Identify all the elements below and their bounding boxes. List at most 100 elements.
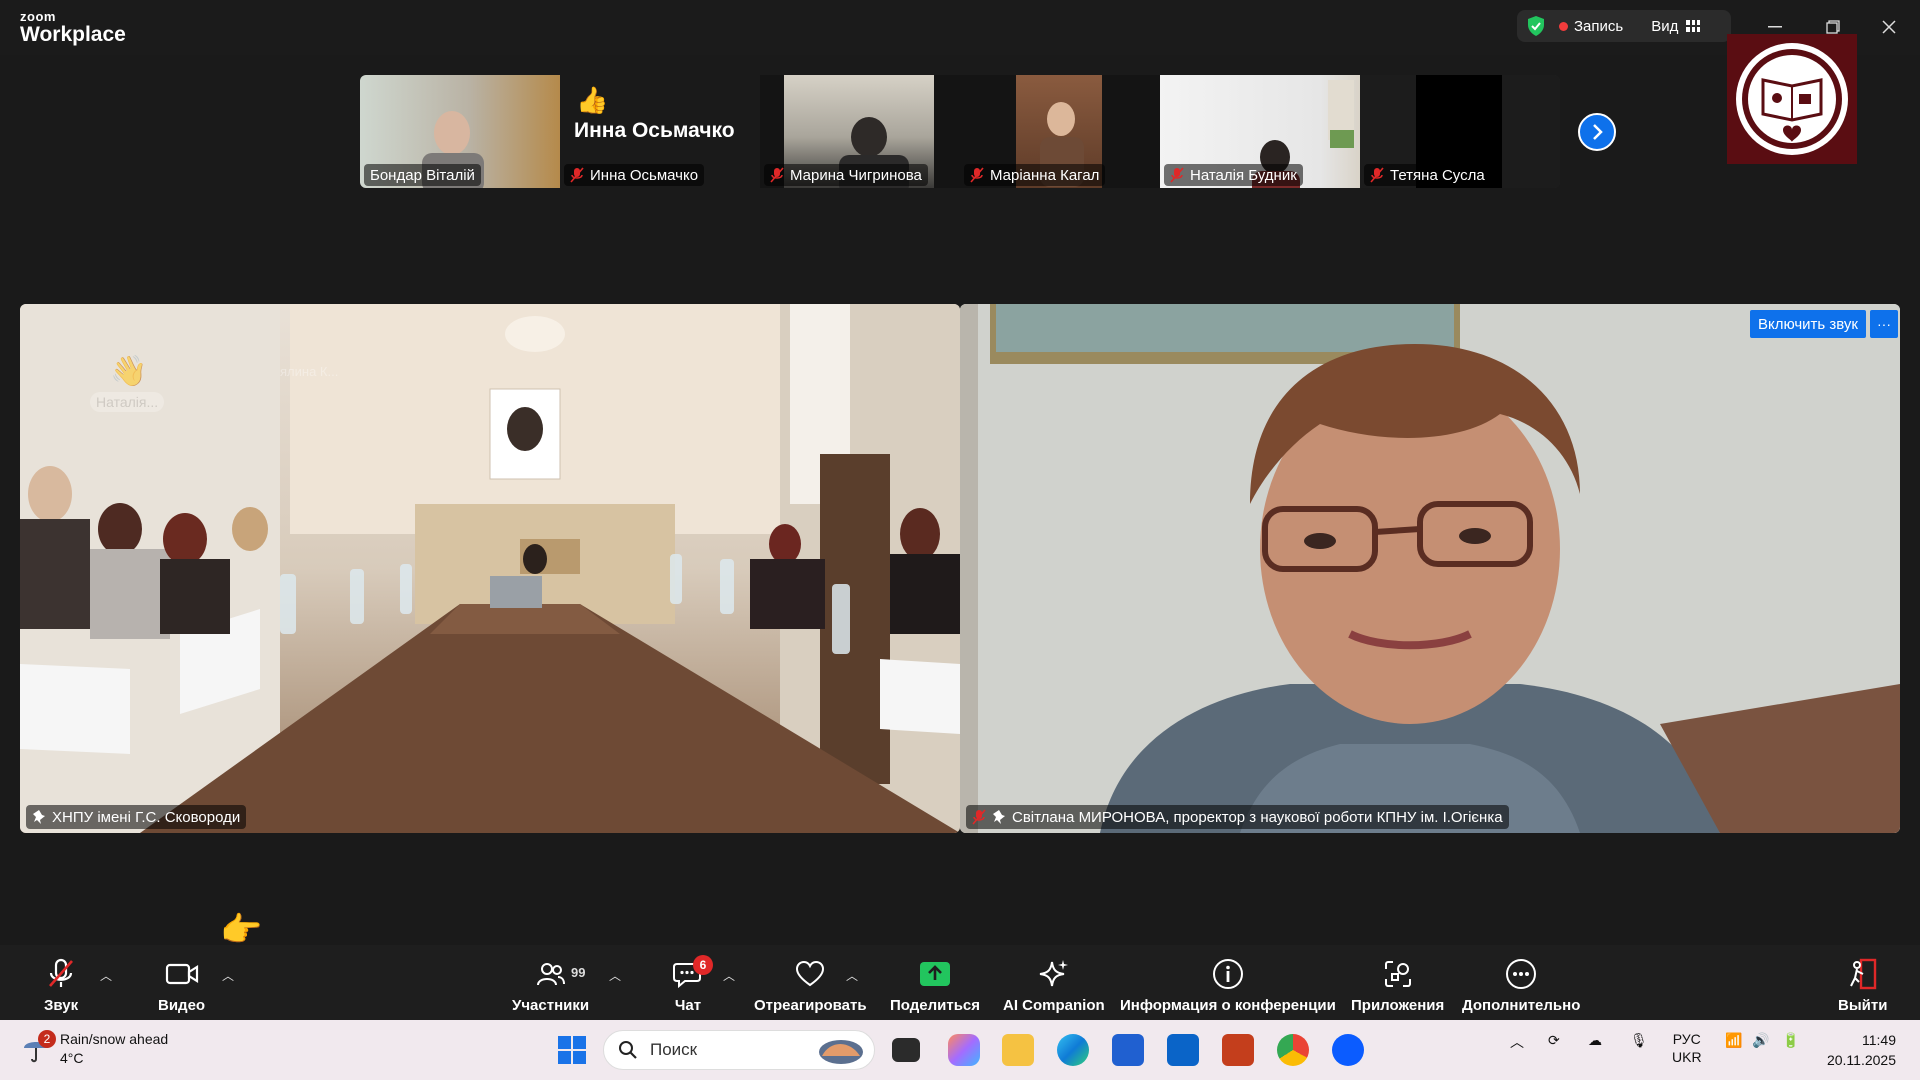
participant-name-label: Инна Осьмачко [564,164,705,186]
recording-indicator[interactable]: Запись [1559,18,1623,35]
taskbar-search-box[interactable]: Поиск [603,1030,875,1070]
video-name-label: Світлана МИРОНОВА, проректор з наукової … [966,805,1509,829]
powerpoint-icon[interactable] [1222,1034,1254,1066]
mic-muted-icon [972,809,986,825]
ai-companion-button[interactable]: AI Companion [1003,957,1105,1014]
microphone-tray-icon[interactable]: 🎙 [1630,1032,1648,1049]
participant-tile[interactable]: Тетяна Сусла [1360,75,1560,188]
participant-name-label: Маріанна Кагал [964,164,1106,186]
meeting-status-pill: Запись Вид [1517,10,1731,42]
apps-button[interactable]: Приложения [1351,957,1444,1014]
search-highlight-icon [819,1040,863,1064]
close-icon[interactable] [1874,12,1904,42]
audio-options-chevron-icon[interactable]: ︿ [100,967,112,984]
share-label: Поделиться [890,997,981,1014]
microsoft-store-icon[interactable] [1112,1034,1144,1066]
conference-room-video [20,304,960,833]
weather-temp: 4°C [60,1050,84,1066]
more-options-icon [1506,959,1537,989]
apps-label: Приложения [1351,997,1445,1014]
meeting-info-button[interactable]: Информация о конференции [1120,957,1336,1014]
lang-top: РУС [1672,1031,1701,1047]
participant-tile[interactable]: Марина Чигринова [760,75,960,188]
leave-label: Выйти [1838,997,1888,1014]
floating-thumbs-reaction-icon: 👉 [220,911,263,949]
meeting-toolbar: Звук ︿ Видео ︿ Участники 99 ︿ Чат 6 ︿ От… [0,945,1920,1020]
share-screen-icon [920,962,951,986]
participants-icon [536,963,565,986]
video-name-label: ХНПУ імені Г.С. Сковороди [26,805,247,829]
tray-overflow-chevron-icon[interactable]: ︿ [1510,1032,1524,1052]
participant-tile[interactable]: Наталія Будник [1160,75,1360,188]
battery-icon[interactable]: 🔋 [1782,1032,1799,1049]
zoom-taskbar-icon[interactable] [1332,1034,1364,1066]
video-tile-main-left[interactable]: 👋 Наталія... ялина К... ХНПУ імені Г.С. … [20,304,960,833]
spotlight-pin-icon [33,810,45,824]
participants-count: 99 [571,965,586,980]
participant-name: Инна Осьмачко [590,166,699,184]
participants-options-chevron-icon[interactable]: ︿ [609,967,621,984]
start-button[interactable] [556,1034,588,1066]
clock-date: 20.11.2025 [1826,1052,1896,1068]
video-label: Видео [158,997,206,1014]
participant-tile[interactable]: 👍 Инна Осьмачко Инна Осьмачко [560,75,760,188]
participant-name-label: Бондар Віталій [364,164,481,186]
security-shield-icon[interactable] [1525,15,1547,37]
participant-name-label: Наталія Будник [1164,164,1303,186]
weather-widget[interactable]: 2 Rain/snow ahead 4°C [22,1030,168,1068]
audio-button[interactable]: Звук [44,957,78,1014]
grid-view-icon [1686,20,1701,32]
chrome-icon[interactable] [1277,1034,1309,1066]
record-label: Запись [1574,17,1624,35]
ai-sparkle-icon [1039,960,1068,987]
leave-meeting-button[interactable]: Выйти [1838,957,1887,1014]
volume-icon[interactable]: 🔊 [1752,1032,1769,1049]
search-icon [619,1041,637,1059]
university-seal-icon [1736,43,1848,155]
more-button[interactable]: Дополнительно [1462,957,1580,1014]
copilot-icon[interactable] [948,1034,980,1066]
wifi-icon[interactable]: 📶 [1725,1032,1742,1049]
chat-label: Чат [674,997,702,1014]
apps-icon [1384,961,1411,987]
clock-time: 11:49 [1862,1032,1896,1048]
mic-muted-icon [1370,167,1384,183]
video-button[interactable]: Видео [158,957,205,1014]
share-screen-button[interactable]: Поделиться [890,957,980,1014]
participant-name: Маріанна Кагал [990,166,1100,184]
participant-name: Світлана МИРОНОВА, проректор з наукової … [1012,808,1503,826]
filmstrip-next-button[interactable] [1578,113,1616,151]
react-button[interactable]: Отреагировать [754,957,867,1014]
lang-bottom: UKR [1672,1049,1702,1065]
mic-muted-icon [1170,167,1184,183]
view-button[interactable]: Вид [1651,18,1701,35]
participant-avatar-name: Инна Осьмачко [574,119,735,142]
chat-options-chevron-icon[interactable]: ︿ [723,967,735,984]
sync-icon[interactable]: ⟳ [1548,1032,1560,1049]
outlook-icon[interactable] [1167,1034,1199,1066]
react-label: Отреагировать [754,997,867,1014]
participant-name-label: Марина Чигринова [764,164,928,186]
task-view-icon[interactable] [892,1038,920,1062]
brand-big: Workplace [20,23,126,46]
system-clock[interactable]: 11:49 20.11.2025 [1820,1030,1896,1070]
participant-name: Тетяна Сусла [1390,166,1485,184]
edge-browser-icon[interactable] [1057,1034,1089,1066]
mic-muted-icon [770,167,784,183]
participant-name: Бондар Віталій [370,166,475,184]
file-explorer-icon[interactable] [1002,1034,1034,1066]
cloud-offline-icon[interactable]: ☁ [1588,1032,1602,1049]
tile-more-options-button[interactable]: ··· [1870,310,1898,338]
unmute-request-button[interactable]: Включить звук [1749,310,1866,338]
input-language-indicator[interactable]: РУС UKR [1672,1030,1702,1066]
mic-muted-icon [970,167,984,183]
participant-tile[interactable]: Маріанна Кагал [960,75,1160,188]
windows-taskbar: 2 Rain/snow ahead 4°C Поиск ︿ ⟳ ☁ 🎙 РУС … [0,1020,1920,1080]
participant-tile[interactable]: Бондар Віталій [360,75,560,188]
reaction-thumbs-up-icon: 👍 [576,85,609,115]
react-options-chevron-icon[interactable]: ︿ [846,967,858,984]
video-tile-main-right[interactable]: Включить звук ··· Світлана МИРОНОВА, про… [960,304,1900,833]
speaker-video [960,304,1900,833]
video-options-chevron-icon[interactable]: ︿ [222,967,234,984]
info-icon [1212,959,1243,989]
